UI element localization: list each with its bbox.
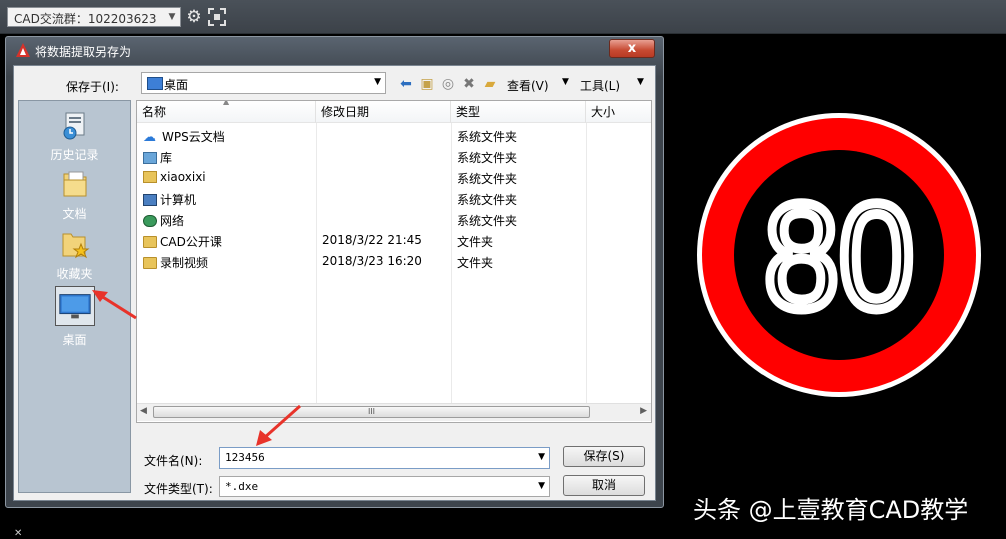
- desktop-icon: [147, 77, 163, 90]
- folder-icon: [143, 257, 157, 269]
- chevron-down-icon[interactable]: ▼: [538, 481, 545, 491]
- filename-input[interactable]: 123456 ▼: [219, 447, 550, 469]
- documents-icon: [63, 171, 86, 197]
- file-date: 2018/3/23 16:20: [322, 254, 422, 268]
- file-name: 网络: [160, 214, 185, 228]
- sort-arrow-icon: ▲: [223, 100, 230, 106]
- scroll-thumb[interactable]: III: [153, 406, 590, 418]
- group-combo-box[interactable]: CAD交流群：102203623 ▼: [7, 7, 181, 27]
- file-row[interactable]: CAD公开课 2018/3/22 21:45 文件夹: [137, 230, 651, 251]
- close-icon[interactable]: ✕: [14, 528, 22, 539]
- column-header-type[interactable]: 类型: [451, 101, 586, 123]
- file-type: 系统文件夹: [457, 193, 518, 207]
- file-row[interactable]: 库 系统文件夹: [137, 146, 651, 167]
- file-type: 系统文件夹: [457, 151, 518, 165]
- close-button[interactable]: x: [609, 39, 655, 58]
- place-label: 收藏夹: [56, 267, 93, 281]
- file-row[interactable]: 录制视频 2018/3/23 16:20 文件夹: [137, 251, 651, 272]
- new-folder-icon[interactable]: ▰: [480, 75, 500, 93]
- folder-icon: [143, 236, 157, 248]
- view-dropdown-icon[interactable]: ▼: [562, 77, 569, 87]
- search-web-icon[interactable]: ◎: [439, 75, 457, 93]
- back-arrow-icon[interactable]: ⬅: [396, 75, 416, 93]
- file-name: 录制视频: [160, 256, 209, 270]
- computer-icon: [143, 194, 157, 206]
- place-favorites[interactable]: 收藏夹: [19, 228, 130, 282]
- speed-limit-sign: 80: [697, 113, 981, 397]
- place-label: 文档: [62, 207, 87, 221]
- place-label: 桌面: [62, 333, 87, 347]
- file-type: 系统文件夹: [457, 130, 518, 144]
- file-name: WPS云文档: [162, 130, 225, 144]
- view-menu[interactable]: 查看(V): [507, 77, 549, 94]
- column-header-size[interactable]: 大小: [586, 101, 651, 123]
- group-combo-text: CAD交流群：102203623: [14, 12, 157, 26]
- file-list[interactable]: 名称 修改日期 类型 大小 ▲ ☁ WPS云文档 系统文件夹 库 系统文件夹 xi…: [136, 100, 652, 423]
- library-icon: [143, 152, 157, 164]
- dialog-title: 将数据提取另存为: [35, 45, 132, 59]
- network-icon: [143, 215, 157, 227]
- filetype-value: *.dxe: [225, 480, 259, 493]
- place-documents[interactable]: 文档: [19, 168, 130, 222]
- top-toolbar: CAD交流群：102203623 ▼ ⚙: [0, 0, 1006, 34]
- file-type: 系统文件夹: [457, 172, 518, 186]
- file-type: 系统文件夹: [457, 214, 518, 228]
- save-in-value: 桌面: [164, 78, 189, 92]
- file-name: 库: [160, 151, 173, 165]
- filetype-select[interactable]: *.dxe ▼: [219, 476, 550, 497]
- up-folder-icon[interactable]: ▣: [418, 75, 436, 93]
- tools-menu[interactable]: 工具(L): [580, 77, 620, 94]
- dialog-client-area: 保存于(I): 桌面 ▼ ⬅ ▣ ◎ ✖ ▰ 查看(V) ▼ 工具(L) ▼ 历…: [13, 65, 656, 501]
- chevron-down-icon[interactable]: ▼: [374, 77, 381, 87]
- place-history[interactable]: 历史记录: [19, 109, 130, 163]
- cancel-button[interactable]: 取消: [563, 475, 645, 496]
- places-bar: 历史记录 文档 收藏夹 桌面: [18, 100, 131, 493]
- place-label: 历史记录: [50, 148, 99, 162]
- file-row[interactable]: xiaoxixi 系统文件夹: [137, 167, 651, 188]
- save-button[interactable]: 保存(S): [563, 446, 645, 467]
- delete-icon[interactable]: ✖: [460, 75, 478, 93]
- save-as-dialog: 将数据提取另存为 x 保存于(I): 桌面 ▼ ⬅ ▣ ◎ ✖ ▰ 查看(V) …: [5, 36, 664, 508]
- file-row[interactable]: ☁ WPS云文档 系统文件夹: [137, 125, 651, 146]
- favorites-icon: [62, 233, 89, 259]
- save-in-combo[interactable]: 桌面 ▼: [141, 72, 386, 94]
- file-name: xiaoxixi: [160, 170, 206, 184]
- save-in-label: 保存于(I):: [66, 80, 119, 94]
- place-desktop[interactable]: 桌面: [19, 286, 130, 348]
- sign-number: 80: [764, 172, 914, 340]
- cloud-icon: ☁: [143, 130, 156, 145]
- file-row[interactable]: 网络 系统文件夹: [137, 209, 651, 230]
- chevron-down-icon[interactable]: ▼: [538, 452, 545, 462]
- history-icon: [63, 112, 84, 140]
- file-row[interactable]: 计算机 系统文件夹: [137, 188, 651, 209]
- watermark-text: 头条 @上壹教育CAD教学: [693, 496, 969, 524]
- column-header-date[interactable]: 修改日期: [316, 101, 451, 123]
- autocad-logo-icon: [16, 43, 30, 57]
- file-date: 2018/3/22 21:45: [322, 233, 422, 247]
- horizontal-scrollbar[interactable]: ◀ III ▶: [137, 403, 651, 421]
- chevron-down-icon[interactable]: ▼: [166, 9, 178, 25]
- filename-value: 123456: [225, 451, 265, 464]
- scroll-right-icon[interactable]: ▶: [640, 406, 647, 416]
- file-type: 文件夹: [457, 235, 494, 249]
- selection-frame-icon[interactable]: [208, 8, 226, 26]
- filetype-label: 文件类型(T):: [144, 482, 213, 496]
- gear-icon[interactable]: ⚙: [185, 8, 203, 26]
- user-folder-icon: [143, 171, 157, 183]
- file-type: 文件夹: [457, 256, 494, 270]
- scroll-left-icon[interactable]: ◀: [140, 406, 147, 416]
- desktop-icon: [54, 286, 95, 326]
- filename-label: 文件名(N):: [144, 454, 203, 468]
- file-name: 计算机: [160, 193, 197, 207]
- tools-dropdown-icon[interactable]: ▼: [637, 77, 644, 87]
- file-name: CAD公开课: [160, 235, 222, 249]
